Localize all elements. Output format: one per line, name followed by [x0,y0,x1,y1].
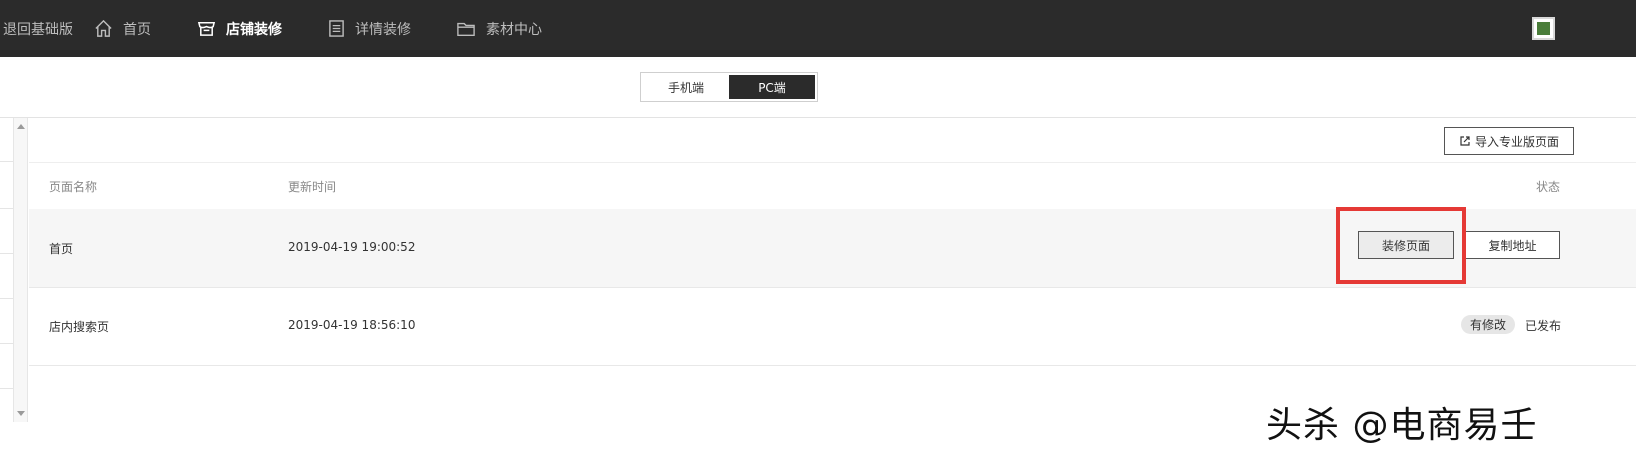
status-published: 已发布 [1525,319,1562,333]
left-sidebar-edge [0,118,13,420]
page-name: 店内搜索页 [49,320,110,334]
scroll-down-icon[interactable] [17,411,25,416]
column-header-page-name: 页面名称 [49,180,98,194]
modified-badge: 有修改 [1461,315,1516,334]
platform-toggle: 手机端 PC端 [640,72,818,102]
highlight-annotation-box [1336,207,1466,284]
sidebar-divider [0,388,13,389]
avatar-image-icon [1537,22,1550,35]
column-header-updated: 更新时间 [288,180,337,194]
content-divider [0,117,1636,118]
import-pro-page-label: 导入专业版页面 [1474,134,1559,149]
nav-item-detail-decoration[interactable]: 详情装修 [328,0,411,57]
sidebar-divider [0,253,13,254]
toggle-pc[interactable]: PC端 [729,75,815,99]
nav-item-store-decoration[interactable]: 店铺装修 [197,0,282,57]
top-nav-bar: 退回基础版 首页 店铺装修 详情装修 素材中心 [0,0,1636,57]
avatar[interactable] [1532,17,1555,40]
nav-item-home[interactable]: 首页 [94,0,151,57]
table-row: 店内搜索页 2019-04-19 18:56:10 有修改 已发布 [29,288,1636,366]
scroll-up-icon[interactable] [17,124,25,129]
sidebar-divider [0,298,13,299]
document-icon [329,20,344,37]
back-to-basic-link[interactable]: 退回基础版 [3,0,73,57]
watermark-text: 头杀 @电商易壬 [1266,405,1538,446]
page-name: 首页 [49,242,74,256]
updated-time: 2019-04-19 19:00:52 [288,240,416,254]
external-link-icon [1460,136,1470,146]
updated-time: 2019-04-19 18:56:10 [288,318,416,332]
nav-item-store-decoration-label: 店铺装修 [226,21,282,38]
copy-address-button[interactable]: 复制地址 [1465,231,1560,259]
sidebar-divider [0,208,13,209]
nav-item-material-center-label: 素材中心 [486,21,542,38]
sidebar-divider [0,343,13,344]
import-pro-page-button[interactable]: 导入专业版页面 [1444,127,1574,155]
back-to-basic-label: 退回基础版 [3,21,73,38]
header-divider [29,162,1636,163]
nav-item-detail-decoration-label: 详情装修 [355,21,411,38]
folder-icon [457,22,475,36]
nav-item-material-center[interactable]: 素材中心 [456,0,542,57]
sidebar-scrollbar[interactable] [13,118,28,422]
nav-item-home-label: 首页 [123,21,151,38]
store-icon [197,22,216,36]
sidebar-divider [0,161,13,162]
home-icon [95,19,112,37]
column-header-status: 状态 [1536,180,1561,194]
toggle-mobile[interactable]: 手机端 [643,75,729,99]
